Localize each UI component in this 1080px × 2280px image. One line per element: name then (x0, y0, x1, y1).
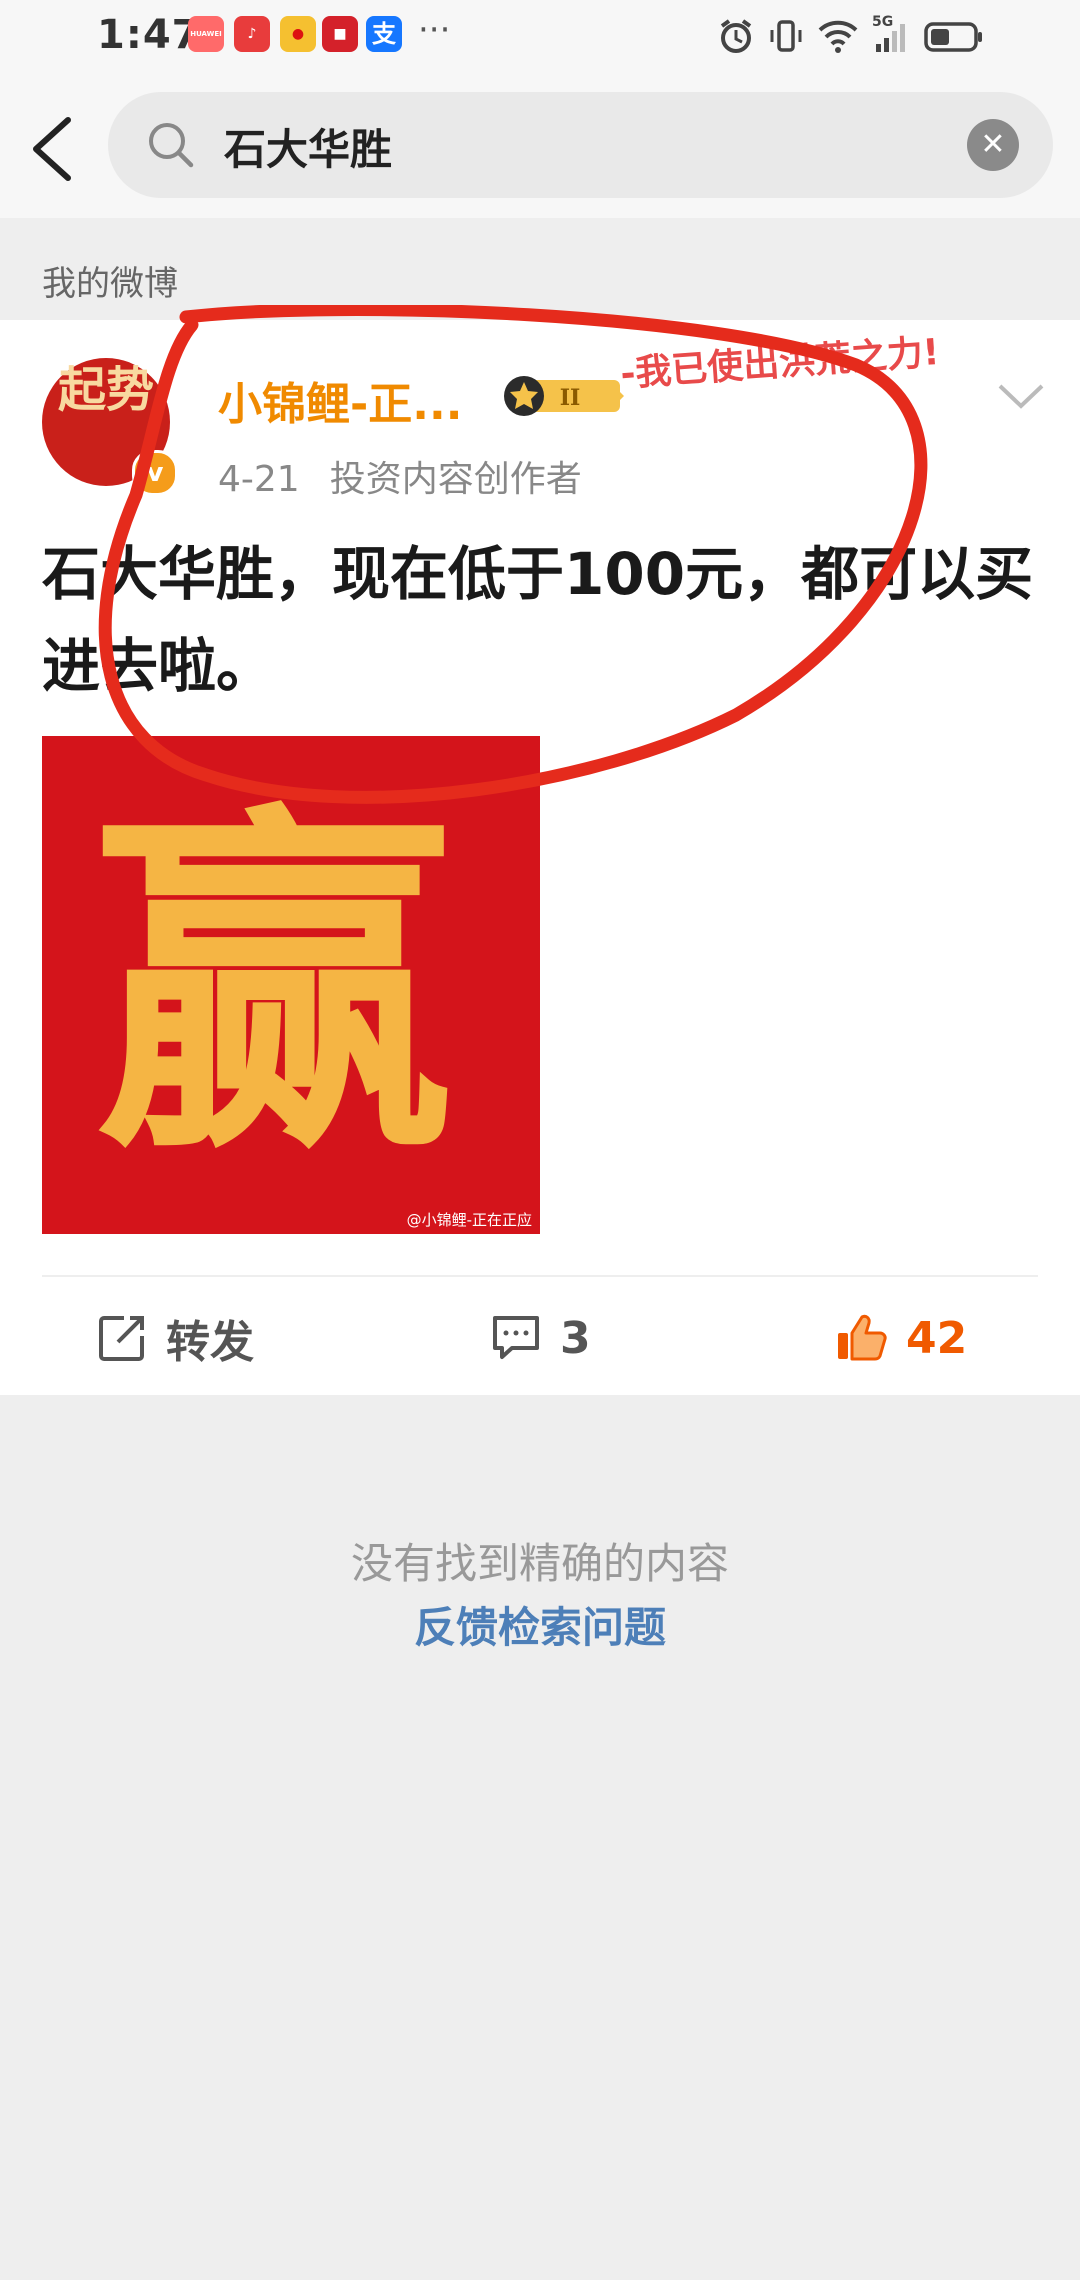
alipay-app-icon: 支 (366, 16, 402, 52)
section-title: 我的微博 (42, 264, 178, 304)
search-header: 石大华胜 ✕ (0, 80, 1080, 218)
post-image[interactable]: 赢 @小锦鲤-正在正应 (42, 736, 540, 1234)
level-badge-icon: II (504, 376, 624, 416)
search-query[interactable]: 石大华胜 (224, 116, 392, 177)
post-content[interactable]: 石大华胜，现在低于100元，都可以买进去啦。 (42, 528, 1042, 712)
search-icon (149, 123, 194, 168)
wifi-icon (818, 20, 858, 53)
divider (42, 1275, 1038, 1277)
no-results-message: 没有找到精确的内容 (350, 1539, 729, 1588)
search-input[interactable]: 石大华胜 ✕ (108, 92, 1053, 198)
repost-icon (99, 1316, 144, 1361)
like-button[interactable]: 42 (834, 1303, 967, 1373)
system-icons: 5G (718, 14, 984, 58)
repost-button[interactable]: 转发 (96, 1303, 254, 1373)
post-card[interactable]: 起势 v 小锦鲤-正... II -我已使出洪荒之力! 4-21 投资内容创作者 … (0, 320, 1080, 1395)
feedback-link[interactable]: 反馈检索问题 (0, 1594, 1080, 1655)
back-icon[interactable] (24, 114, 84, 184)
clock: 1:47 (97, 12, 201, 58)
chevron-down-icon[interactable] (996, 382, 1046, 412)
red-app-icon: ■ (322, 16, 358, 52)
repost-label: 转发 (166, 1317, 254, 1368)
post-date: 4-21 (218, 459, 300, 500)
clear-search-icon[interactable]: ✕ (967, 119, 1019, 171)
signal-icon: 5G (872, 14, 910, 54)
status-bar: 1:47 HUAWEI ♪ ● ■ 支 ··· 5G (0, 0, 1080, 80)
comment-count: 3 (560, 1312, 591, 1364)
music-app-icon: ♪ (234, 16, 270, 52)
decor-banner: -我已使出洪荒之力! (619, 331, 941, 396)
battery-icon (924, 22, 982, 52)
image-watermark: @小锦鲤-正在正应 (406, 1211, 532, 1229)
weibo-app-icon: ● (280, 16, 316, 52)
comment-button[interactable]: 3 (490, 1303, 591, 1373)
like-count: 42 (906, 1312, 968, 1364)
thumbs-up-icon (838, 1314, 887, 1361)
comment-icon (493, 1316, 539, 1359)
author-name[interactable]: 小锦鲤-正... (218, 368, 462, 432)
huawei-app-icon: HUAWEI (188, 16, 224, 52)
level-badge-text: II (560, 385, 581, 411)
avatar-text: 起势 (58, 362, 155, 418)
post-meta: 4-21 投资内容创作者 (218, 450, 612, 502)
vibrate-icon (770, 20, 802, 52)
author-role: 投资内容创作者 (329, 459, 582, 500)
more-notifications-icon: ··· (418, 10, 451, 50)
image-character: 赢 (94, 774, 454, 1197)
alarm-icon (720, 19, 752, 53)
verified-icon: v (132, 450, 178, 496)
